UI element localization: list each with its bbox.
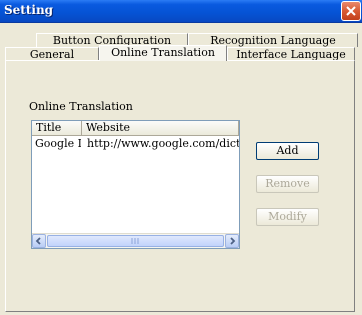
close-icon (346, 6, 356, 16)
section-label: Online Translation (29, 100, 133, 113)
chevron-left-icon (35, 237, 41, 245)
list-header: Title Website (32, 121, 239, 136)
title-bar[interactable]: Setting (0, 0, 362, 23)
scroll-thumb[interactable] (47, 235, 224, 247)
add-button[interactable]: Add (256, 142, 319, 160)
scroll-left-button[interactable] (32, 234, 46, 248)
row-website: http://www.google.com/dictionary (87, 137, 239, 150)
close-button[interactable] (341, 1, 361, 21)
window-title: Setting (4, 3, 54, 17)
remove-button[interactable]: Remove (256, 175, 319, 193)
horizontal-scrollbar[interactable] (32, 233, 239, 248)
translation-list[interactable]: Title Website Google D... http://www.goo… (31, 120, 240, 249)
column-header-website[interactable]: Website (82, 121, 239, 136)
row-title: Google D... (35, 137, 81, 150)
column-header-title[interactable]: Title (32, 121, 82, 136)
chevron-right-icon (230, 237, 236, 245)
tab-general[interactable]: General (5, 47, 99, 61)
grip-icon (131, 238, 139, 244)
tab-interface-language[interactable]: Interface Language (227, 47, 355, 61)
modify-button[interactable]: Modify (256, 208, 319, 226)
table-row[interactable]: Google D... http://www.google.com/dictio… (32, 137, 239, 151)
tab-row-bottom: General Online Translation Interface Lan… (5, 45, 357, 61)
tab-online-translation[interactable]: Online Translation (99, 45, 227, 61)
scroll-right-button[interactable] (225, 234, 239, 248)
